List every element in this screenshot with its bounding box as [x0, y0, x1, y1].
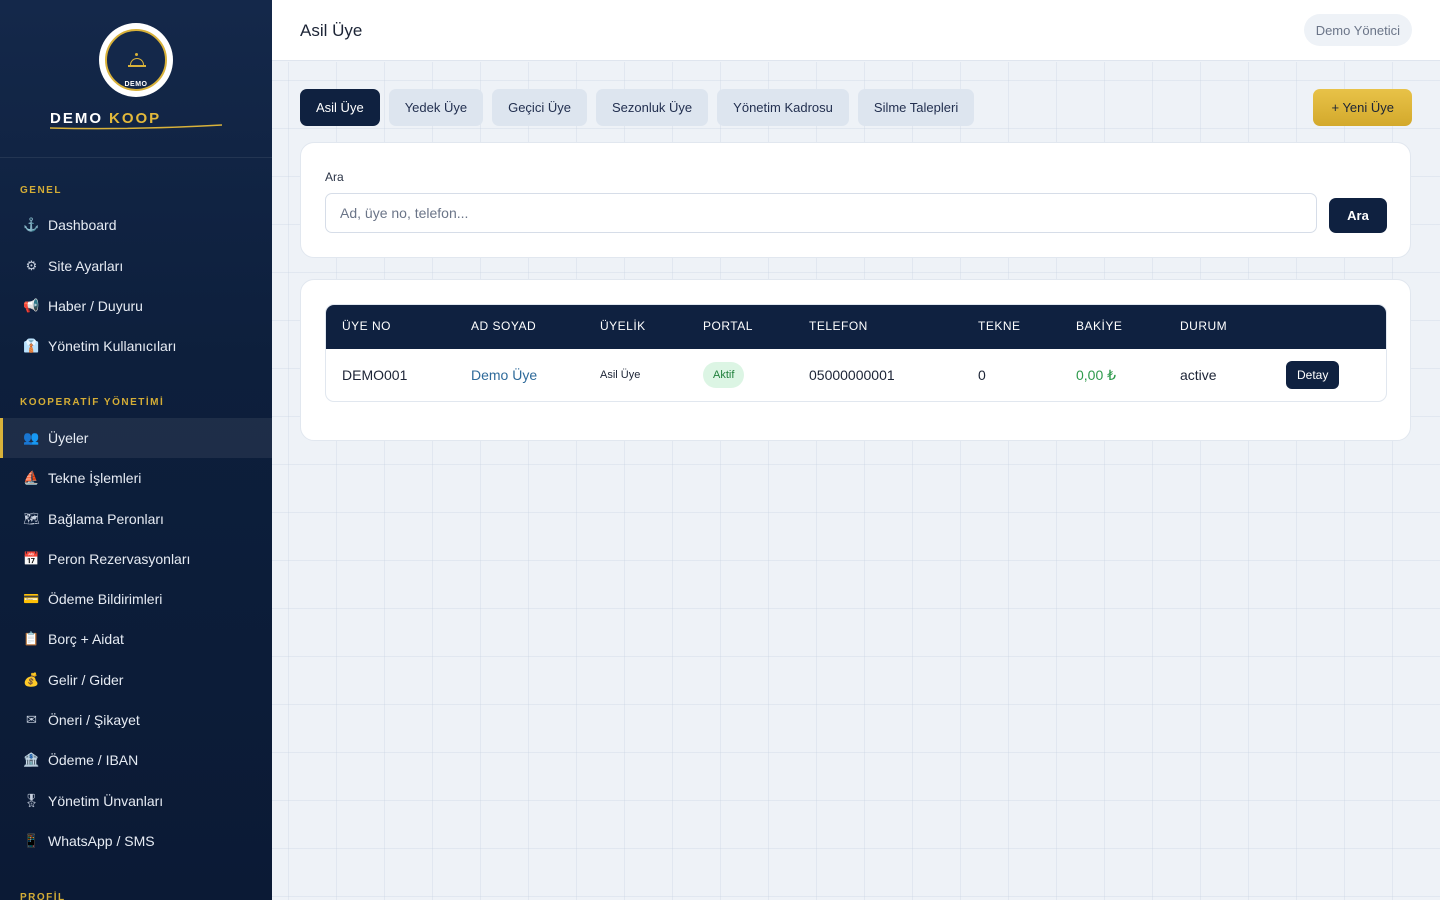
- member-number: DEMO001: [342, 367, 408, 383]
- sidebar-item-label: Ödeme Bildirimleri: [48, 591, 163, 607]
- sidebar-item-label: Dashboard: [48, 217, 117, 233]
- sidebar-item-label: Haber / Duyuru: [48, 298, 143, 314]
- sidebar-item-label: Öneri / Şikayet: [48, 712, 140, 728]
- column-header: TELEFON: [809, 319, 868, 333]
- portal-status-badge: Aktif: [703, 362, 745, 388]
- sidebar-item-news[interactable]: 📢 Haber / Duyuru: [0, 286, 272, 326]
- sidebar-item-label: Yönetim Kullanıcıları: [48, 338, 177, 354]
- money-bag-icon: 💰: [23, 672, 40, 687]
- admin-icon: 👔: [23, 338, 40, 353]
- column-header: TEKNE: [978, 319, 1021, 333]
- members-table: ÜYE NO AD SOYAD ÜYELİK PORTAL TELEFON TE…: [325, 304, 1387, 402]
- sidebar: DEMO DEMO KOOP GENEL ⚓ Dashboard ⚙ Site A…: [0, 0, 272, 900]
- bank-icon: 🏦: [23, 752, 40, 767]
- clipboard-icon: 📋: [23, 631, 40, 646]
- sidebar-item-label: Borç + Aidat: [48, 631, 124, 647]
- search-label: Ara: [325, 170, 344, 184]
- table-row: DEMO001 Demo Üye Asil Üye Aktif 05000000…: [326, 349, 1386, 401]
- sidebar-item-titles[interactable]: 🎖 Yönetim Ünvanları: [0, 781, 272, 821]
- tab-yedek-uye[interactable]: Yedek Üye: [388, 89, 484, 126]
- column-header: ÜYELİK: [600, 319, 646, 333]
- medal-icon: 🎖: [23, 793, 40, 808]
- sidebar-item-payment-notices[interactable]: 💳 Ödeme Bildirimleri: [0, 579, 272, 619]
- detail-button[interactable]: Detay: [1286, 361, 1340, 389]
- anchor-icon: ⚓: [23, 217, 40, 232]
- sidebar-item-label: Yönetim Ünvanları: [48, 793, 164, 809]
- sidebar-item-reservations[interactable]: 📅 Peron Rezervasyonları: [0, 539, 272, 579]
- membership-type: Asil Üye: [600, 369, 641, 381]
- megaphone-icon: 📢: [23, 298, 40, 313]
- sailboat-icon: ⛵: [23, 470, 40, 485]
- balance: 0,00 ₺: [1076, 367, 1117, 383]
- sidebar-item-label: Üyeler: [48, 430, 89, 446]
- nav-section-profil: PROFİL: [20, 892, 66, 900]
- nav-section-kooperatif: KOOPERATİF YÖNETİMİ: [20, 397, 165, 408]
- sidebar-item-iban[interactable]: 🏦 Ödeme / IBAN: [0, 740, 272, 780]
- member-name-link[interactable]: Demo Üye: [471, 367, 537, 383]
- users-icon: 👥: [23, 430, 40, 445]
- sidebar-item-feedback[interactable]: ✉ Öneri / Şikayet: [0, 700, 272, 740]
- tab-gecici-uye[interactable]: Geçici Üye: [492, 89, 587, 126]
- boat-count: 0: [978, 367, 986, 383]
- sidebar-item-label: WhatsApp / SMS: [48, 833, 155, 849]
- membership-tabs: Asil Üye Yedek Üye Geçici Üye Sezonluk Ü…: [300, 89, 975, 126]
- sidebar-item-label: Bağlama Peronları: [48, 511, 164, 527]
- sidebar-item-label: Peron Rezervasyonları: [48, 551, 191, 567]
- nav-section-genel: GENEL: [20, 185, 62, 196]
- logo[interactable]: DEMO: [99, 23, 173, 97]
- search-input[interactable]: [325, 193, 1317, 233]
- members-table-card: ÜYE NO AD SOYAD ÜYELİK PORTAL TELEFON TE…: [300, 279, 1411, 441]
- credit-card-icon: 💳: [23, 591, 40, 606]
- sidebar-item-debt-dues[interactable]: 📋 Borç + Aidat: [0, 619, 272, 659]
- sidebar-item-site-settings[interactable]: ⚙ Site Ayarları: [0, 246, 272, 286]
- sidebar-item-label: Tekne İşlemleri: [48, 470, 142, 486]
- phone-icon: 📱: [23, 833, 40, 848]
- sidebar-item-income-expense[interactable]: 💰 Gelir / Gider: [0, 660, 272, 700]
- logo-emblem: DEMO: [105, 29, 167, 91]
- search-card: Ara Ara: [300, 142, 1411, 258]
- user-menu[interactable]: Demo Yönetici: [1303, 14, 1412, 46]
- logo-caption: DEMO: [124, 81, 148, 88]
- column-header: PORTAL: [703, 319, 753, 333]
- search-button[interactable]: Ara: [1329, 198, 1387, 233]
- column-header: DURUM: [1180, 319, 1228, 333]
- member-status: active: [1180, 367, 1217, 383]
- map-icon: 🗺: [23, 511, 40, 526]
- tab-sezonluk-uye[interactable]: Sezonluk Üye: [595, 89, 709, 126]
- sidebar-item-piers[interactable]: 🗺 Bağlama Peronları: [0, 499, 272, 539]
- sidebar-item-label: Ödeme / IBAN: [48, 752, 139, 768]
- page-title: Asil Üye: [300, 21, 363, 40]
- envelope-icon: ✉: [26, 712, 37, 727]
- column-header: AD SOYAD: [471, 319, 537, 333]
- tab-silme-talepleri[interactable]: Silme Talepleri: [857, 89, 975, 126]
- table-header: ÜYE NO AD SOYAD ÜYELİK PORTAL TELEFON TE…: [326, 305, 1386, 349]
- sidebar-item-label: Gelir / Gider: [48, 672, 124, 688]
- tab-asil-uye[interactable]: Asil Üye: [300, 89, 380, 126]
- sidebar-item-label: Site Ayarları: [48, 258, 124, 274]
- column-header: BAKİYE: [1076, 319, 1123, 333]
- sidebar-item-whatsapp-sms[interactable]: 📱 WhatsApp / SMS: [0, 821, 272, 861]
- brand-underline: [50, 124, 222, 130]
- column-header: ÜYE NO: [342, 319, 392, 333]
- sidebar-item-dashboard[interactable]: ⚓ Dashboard: [0, 205, 272, 245]
- gear-icon: ⚙: [25, 258, 38, 273]
- sidebar-item-admin-users[interactable]: 👔 Yönetim Kullanıcıları: [0, 326, 272, 366]
- brand-header: DEMO DEMO KOOP: [0, 0, 272, 158]
- sidebar-item-boats[interactable]: ⛵ Tekne İşlemleri: [0, 458, 272, 498]
- tab-yonetim-kadrosu[interactable]: Yönetim Kadrosu: [717, 89, 849, 126]
- new-member-button[interactable]: + Yeni Üye: [1313, 89, 1412, 126]
- phone-number: 05000000001: [809, 367, 895, 383]
- calendar-icon: 📅: [23, 551, 40, 566]
- topbar: Asil Üye Demo Yönetici: [272, 0, 1440, 61]
- sidebar-item-members[interactable]: 👥 Üyeler: [0, 418, 272, 458]
